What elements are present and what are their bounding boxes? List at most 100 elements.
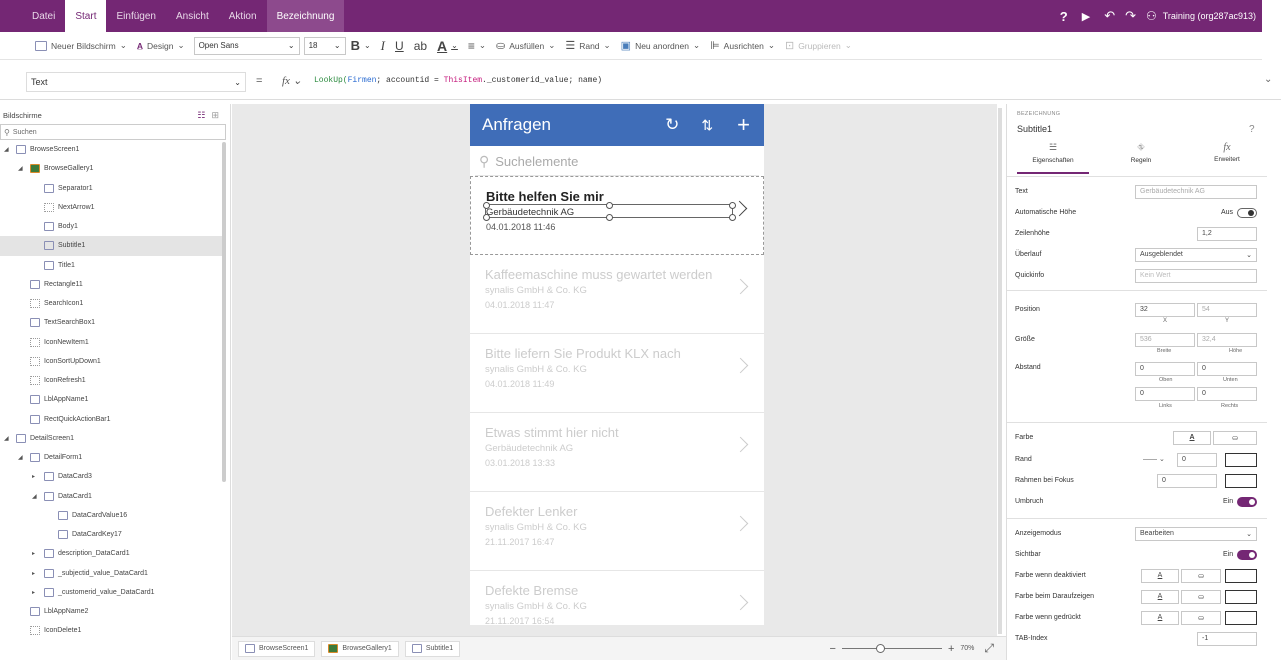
redo-icon[interactable]: ↷ — [1125, 8, 1136, 24]
padding-top-input[interactable]: 0 — [1135, 362, 1195, 376]
reorder-button[interactable]: ▣ Neu anordnen ⌄ — [616, 36, 705, 56]
tree-item[interactable]: IconSortUpDown1 — [0, 352, 222, 371]
position-y-input[interactable]: 54 — [1197, 303, 1257, 317]
padding-left-input[interactable]: 0 — [1135, 387, 1195, 401]
next-arrow-icon[interactable] — [732, 436, 749, 453]
border-thickness-input[interactable]: 0 — [1177, 453, 1217, 467]
size-height-input[interactable]: 32,4 — [1197, 333, 1257, 347]
tree-item[interactable]: TextSearchBox1 — [0, 313, 222, 332]
expand-arrow-icon[interactable]: ◢ — [18, 454, 26, 461]
zoom-in-button[interactable]: + — [948, 643, 954, 655]
pressed-font-color-picker[interactable]: A — [1141, 611, 1179, 625]
expand-arrow-icon[interactable]: ◢ — [4, 146, 12, 153]
zoom-slider-thumb[interactable] — [875, 644, 885, 653]
expand-arrow-icon[interactable]: ◢ — [32, 493, 40, 500]
group-button[interactable]: ⊡ Gruppieren ⌄ — [780, 36, 857, 56]
play-icon[interactable]: ▶ — [1082, 10, 1090, 23]
app-search-box[interactable]: ⚲ Suchelemente — [475, 148, 759, 176]
font-family-select[interactable]: Open Sans ⌄ — [193, 36, 300, 55]
tab-datei[interactable]: Datei — [22, 0, 65, 32]
tree-item[interactable]: IconRefresh1 — [0, 371, 222, 390]
fit-screen-icon[interactable]: ⤢ — [984, 641, 994, 656]
tree-item[interactable]: SearchIcon1 — [0, 294, 222, 313]
tree-item[interactable]: DataCardValue16 — [0, 506, 222, 525]
tree-item[interactable]: DataCardKey17 — [0, 525, 222, 544]
breadcrumb-browsegallery[interactable]: BrowseGallery1 — [321, 640, 399, 657]
resize-handle[interactable] — [606, 214, 613, 221]
add-icon[interactable]: + — [737, 112, 750, 138]
tab-bezeichnung[interactable]: Bezeichnung — [266, 0, 345, 32]
pressed-border-color-picker[interactable] — [1225, 611, 1257, 625]
props-tab-advanced[interactable]: fx Erweitert — [1191, 142, 1263, 174]
tree-item[interactable]: ▸ _subjectid_value_DataCard1 — [0, 564, 222, 583]
resize-handle[interactable] — [483, 202, 490, 209]
disabled-border-color-picker[interactable] — [1225, 569, 1257, 583]
tabindex-input[interactable]: -1 — [1197, 632, 1257, 646]
next-arrow-icon[interactable] — [732, 357, 749, 374]
list-view-icon[interactable]: ☷ — [197, 110, 205, 121]
expand-arrow-icon[interactable]: ▸ — [32, 570, 40, 577]
formula-input[interactable]: LookUp(Firmen; accountid = ThisItem._cus… — [314, 72, 1254, 92]
tree-item[interactable]: LblAppName1 — [0, 390, 222, 409]
font-color-button[interactable]: A ⌄ — [432, 36, 463, 56]
fill-button[interactable]: ⛀ Ausfüllen ⌄ — [491, 36, 560, 56]
zoom-slider[interactable] — [841, 644, 942, 653]
displaymode-select[interactable]: Bearbeiten ⌄ — [1135, 527, 1257, 541]
fill-color-picker[interactable]: ⛀ — [1213, 431, 1257, 445]
tab-aktion[interactable]: Aktion — [219, 0, 267, 32]
gallery-item[interactable]: Bitte liefern Sie Produkt KLX nach synali… — [470, 334, 764, 413]
text-align-button[interactable]: ≡ ⌄ — [463, 36, 491, 56]
overflow-select[interactable]: Ausgeblendet ⌄ — [1135, 248, 1257, 262]
tree-scrollbar[interactable] — [222, 142, 226, 482]
chevron-down-icon[interactable]: ⌄ — [1264, 74, 1272, 85]
hover-border-color-picker[interactable] — [1225, 590, 1257, 604]
size-width-input[interactable]: 536 — [1135, 333, 1195, 347]
props-tab-rules[interactable]: ⛗ Regeln — [1105, 142, 1177, 174]
focus-border-color-picker[interactable] — [1225, 474, 1257, 488]
tree-item[interactable]: IconNewItem1 — [0, 333, 222, 352]
design-button[interactable]: A̲ Design ⌄ — [132, 36, 190, 56]
disabled-font-color-picker[interactable]: A — [1141, 569, 1179, 583]
tree-item[interactable]: ▸ _customerid_value_DataCard1 — [0, 583, 222, 602]
border-button[interactable]: ☰ Rand ⌄ — [560, 36, 615, 56]
visible-toggle[interactable] — [1237, 550, 1257, 560]
tree-item[interactable]: NextArrow1 — [0, 198, 222, 217]
expand-arrow-icon[interactable]: ▸ — [32, 589, 40, 596]
hover-fill-color-picker[interactable]: ⛀ — [1181, 590, 1221, 604]
gallery-item[interactable]: Kaffeemaschine muss gewartet werden synal… — [470, 255, 764, 334]
props-tab-properties[interactable]: ☱ Eigenschaften — [1017, 142, 1089, 174]
strikethrough-button[interactable]: ab — [409, 36, 432, 56]
zoom-out-button[interactable]: − — [830, 643, 836, 655]
property-select[interactable]: Text ⌄ — [26, 72, 246, 92]
refresh-icon[interactable]: ↻ — [665, 115, 679, 135]
resize-handle[interactable] — [729, 214, 736, 221]
autoheight-toggle[interactable] — [1237, 208, 1257, 218]
tree-item[interactable]: ◢ BrowseScreen1 — [0, 140, 222, 159]
tree-item[interactable]: ▸ DataCard3 — [0, 467, 222, 486]
selection-frame[interactable] — [483, 202, 736, 221]
underline-button[interactable]: U — [390, 36, 409, 56]
next-arrow-icon[interactable] — [732, 594, 749, 611]
text-property-input[interactable]: Gerbäudetechnik AG — [1135, 185, 1257, 199]
resize-handle[interactable] — [729, 202, 736, 209]
help-icon[interactable]: ? — [1249, 124, 1255, 135]
expand-arrow-icon[interactable]: ◢ — [18, 165, 26, 172]
lineheight-input[interactable]: 1,2 — [1197, 227, 1257, 241]
expand-arrow-icon[interactable]: ▸ — [32, 473, 40, 480]
tab-ansicht[interactable]: Ansicht — [166, 0, 219, 32]
tab-einfuegen[interactable]: Einfügen — [106, 0, 165, 32]
disabled-fill-color-picker[interactable]: ⛀ — [1181, 569, 1221, 583]
focus-border-input[interactable]: 0 — [1157, 474, 1217, 488]
tree-item[interactable]: RectQuickActionBar1 — [0, 410, 222, 429]
font-size-select[interactable]: 18 ⌄ — [303, 36, 346, 55]
tree-item[interactable]: Body1 — [0, 217, 222, 236]
wrap-toggle[interactable] — [1237, 497, 1257, 507]
user-environment[interactable]: Training (org287ac913) — [1163, 11, 1256, 21]
tree-item[interactable]: ◢ DataCard1 — [0, 487, 222, 506]
padding-bottom-input[interactable]: 0 — [1197, 362, 1257, 376]
next-arrow-icon[interactable] — [732, 515, 749, 532]
gallery-item[interactable]: Bitte helfen Sie mir Gerbäudetechnik AG 04… — [470, 176, 764, 255]
tree-item[interactable]: Title1 — [0, 256, 222, 275]
tree-item[interactable]: LblAppName2 — [0, 602, 222, 621]
expand-arrow-icon[interactable]: ▸ — [32, 550, 40, 557]
